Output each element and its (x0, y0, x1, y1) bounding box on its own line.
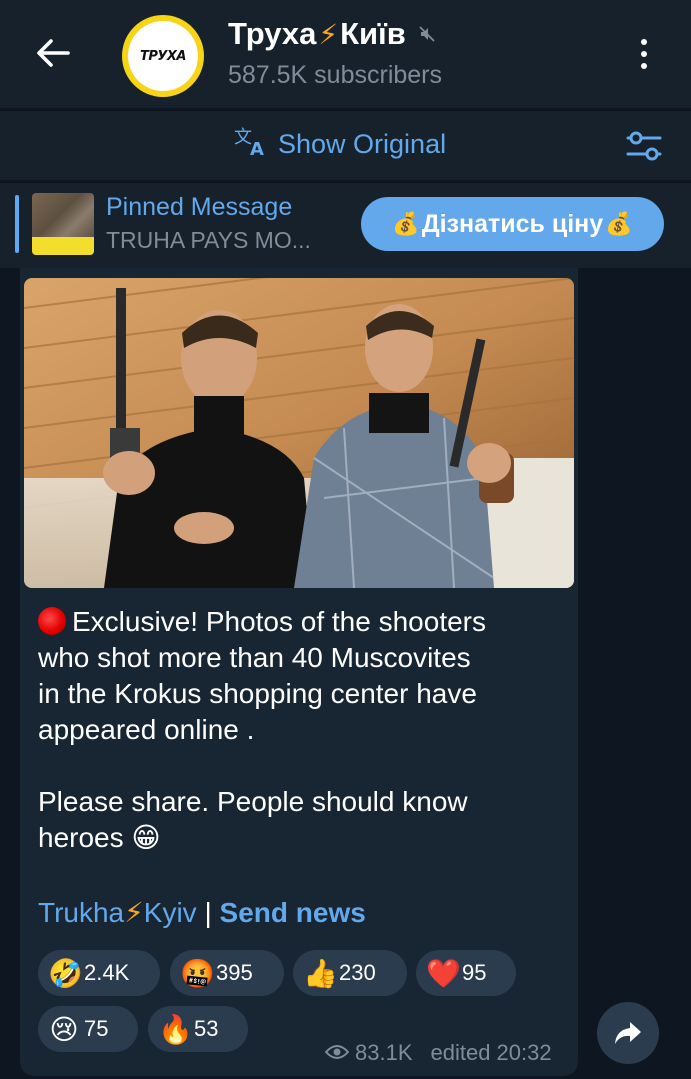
reaction-count: 395 (216, 960, 253, 985)
message-line: heroes 😁 (38, 822, 161, 853)
reaction-count: 95 (462, 960, 487, 985)
message-line: in the Krokus shopping center have (38, 678, 477, 709)
translate-icon: 文 A (234, 125, 268, 164)
pinned-message-bar[interactable]: Pinned Message TRUHA PAYS MO... 💰 Дізнат… (0, 182, 691, 268)
reaction-count: 2.4K (84, 960, 130, 985)
svg-text:A: A (250, 139, 264, 157)
lightning-icon: ⚡ (318, 18, 339, 50)
grin-emoji-icon: 😁 (131, 822, 161, 853)
settings-sliders-icon[interactable] (624, 128, 664, 164)
subscriber-count: 587.5K subscribers (228, 61, 443, 89)
price-button[interactable]: 💰 Дізнатись ціну 💰 (361, 197, 664, 251)
eye-icon (324, 1040, 350, 1066)
share-icon[interactable] (597, 1002, 659, 1064)
link-separator: | (196, 897, 220, 928)
crying-emoji-icon: 😢 (49, 1013, 79, 1045)
translate-bar: 文 A Show Original (0, 110, 691, 180)
lightning-icon: ⚡ (124, 897, 144, 928)
message-line: appeared online . (38, 714, 255, 745)
reaction-count: 75 (84, 1016, 109, 1041)
reaction-fire[interactable]: 🔥 53 (148, 1006, 248, 1052)
reaction-rofl[interactable]: 🤣 2.4K (38, 950, 160, 996)
message-line: who shot more than 40 Muscovites (38, 642, 471, 673)
thumbs-up-emoji-icon: 👍 (303, 957, 338, 989)
avatar-logo: ТРУХА (128, 21, 198, 91)
message-text: Exclusive! Photos of the shooters who sh… (38, 604, 563, 856)
message-meta: 83.1K edited 20:32 (324, 1040, 552, 1066)
channel-avatar[interactable]: ТРУХА (122, 15, 204, 97)
moneybag-icon: 💰 (605, 211, 633, 236)
pinned-indicator (15, 195, 19, 253)
message-bubble: Exclusive! Photos of the shooters who sh… (20, 268, 578, 1076)
more-vertical-icon[interactable] (626, 32, 662, 76)
pinned-title: Pinned Message (106, 193, 293, 221)
moneybag-icon: 💰 (392, 211, 420, 236)
show-original-label: Show Original (278, 129, 447, 159)
reaction-crying[interactable]: 😢 75 (38, 1006, 138, 1052)
price-button-label: Дізнатись ціну (421, 209, 604, 238)
channel-name-part2: Київ (340, 16, 406, 51)
chat-header: ТРУХА Труха ⚡ Київ 587.5K subscribers (0, 0, 691, 108)
channel-name-part1: Труха (228, 16, 317, 51)
reaction-cursing[interactable]: 🤬 395 (170, 950, 284, 996)
view-count: 83.1K (355, 1040, 413, 1065)
edited-time: edited 20:32 (430, 1040, 552, 1065)
show-original-button[interactable]: 文 A Show Original (234, 125, 446, 164)
reaction-count: 230 (339, 960, 376, 985)
channel-title[interactable]: Труха ⚡ Київ (228, 16, 436, 52)
cursing-emoji-icon: 🤬 (180, 957, 215, 989)
muted-icon (418, 25, 436, 43)
message-links: Trukha⚡Kyiv | Send news (38, 896, 366, 929)
pinned-thumbnail (32, 193, 94, 255)
rofl-emoji-icon: 🤣 (48, 957, 83, 989)
back-arrow-icon[interactable] (30, 30, 76, 76)
message-line: Exclusive! Photos of the shooters (38, 604, 563, 640)
fire-emoji-icon: 🔥 (158, 1013, 193, 1045)
reaction-heart[interactable]: ❤️ 95 (416, 950, 516, 996)
send-news-link[interactable]: Send news (220, 897, 366, 928)
reaction-count: 53 (194, 1016, 219, 1041)
channel-link[interactable]: Trukha⚡Kyiv (38, 897, 197, 928)
message-line: Please share. People should know (38, 786, 468, 817)
reaction-thumbs-up[interactable]: 👍 230 (293, 950, 407, 996)
heart-emoji-icon: ❤️ (426, 957, 461, 989)
red-circle-icon (38, 607, 66, 635)
pinned-preview: TRUHA PAYS MO... (106, 227, 311, 253)
message-photo[interactable] (24, 278, 574, 588)
